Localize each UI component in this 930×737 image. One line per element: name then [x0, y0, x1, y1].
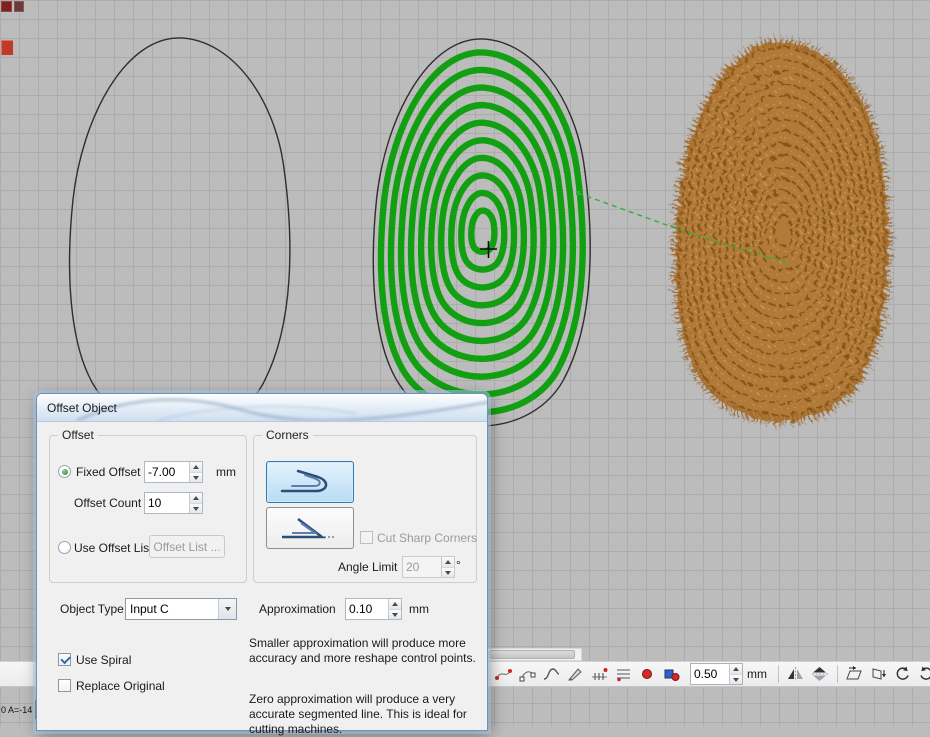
offset-object-dialog: Offset Object Offset Fixed Offset mm Off…	[36, 393, 488, 731]
exit-point-icon	[663, 666, 680, 682]
knife-icon	[567, 666, 584, 682]
dropdown-arrow-icon[interactable]	[218, 599, 236, 619]
offset-count-input[interactable]	[145, 493, 189, 513]
dialog-titlebar[interactable]: Offset Object	[37, 394, 487, 422]
approximation-spinner	[345, 598, 402, 620]
curve-tool-button[interactable]	[540, 663, 562, 685]
stitched-shape[interactable]	[676, 42, 888, 421]
use-spiral-checkbox[interactable]	[58, 653, 71, 666]
stitch-edit-icon	[495, 666, 512, 682]
fixed-offset-spinner	[144, 461, 203, 483]
stitch-length-up-button[interactable]	[729, 664, 742, 674]
object-type-value: Input C	[126, 602, 218, 616]
object-type-dropdown[interactable]: Input C	[125, 598, 237, 620]
mirror-vertical-button[interactable]	[808, 663, 830, 685]
corners-group-label: Corners	[262, 428, 313, 442]
density-button[interactable]	[612, 663, 634, 685]
offset-count-down-button[interactable]	[189, 503, 202, 513]
mirror-horizontal-icon	[786, 666, 805, 682]
replace-original-label[interactable]: Replace Original	[76, 679, 165, 693]
offset-count-label: Offset Count	[74, 496, 141, 510]
outline-shape[interactable]	[70, 38, 290, 431]
offset-preview-shape[interactable]	[373, 39, 590, 426]
rotate-left-button[interactable]	[891, 663, 913, 685]
docked-tool-icon[interactable]	[1, 1, 12, 12]
use-offset-list-radio[interactable]	[58, 541, 71, 554]
fixed-offset-down-button[interactable]	[189, 472, 202, 482]
toolbar-separator	[778, 665, 779, 683]
zero-approximation-note: Zero approximation will produce a very a…	[249, 692, 481, 737]
fixed-offset-input[interactable]	[145, 462, 189, 482]
fixed-offset-unit: mm	[216, 465, 236, 479]
knife-button[interactable]	[564, 663, 586, 685]
cut-sharp-corners-label[interactable]: Cut Sharp Corners	[377, 531, 477, 545]
stitch-edit-button[interactable]	[492, 663, 514, 685]
angle-limit-unit: °	[456, 558, 461, 572]
corners-group: Corners Cut Sharp Corners Angle Limit	[253, 435, 477, 583]
mirror-horizontal-button[interactable]	[784, 663, 806, 685]
scrollbar-thumb[interactable]	[489, 650, 575, 659]
offset-count-up-button[interactable]	[189, 493, 202, 503]
approximation-note: Smaller approximation will produce more …	[249, 636, 481, 666]
skew-vertical-icon	[869, 666, 887, 682]
approximation-down-button[interactable]	[388, 609, 401, 619]
entry-point-icon	[639, 666, 656, 682]
sharp-corners-icon	[274, 513, 346, 543]
object-type-label: Object Type	[60, 602, 124, 616]
fixed-offset-radio[interactable]	[58, 465, 71, 478]
angle-limit-down-button[interactable]	[441, 567, 454, 577]
offset-count-spinner	[144, 492, 203, 514]
status-readout: 0 A=-14	[1, 705, 32, 715]
rounded-corners-icon	[274, 467, 346, 497]
offset-group: Offset Fixed Offset mm Offset Count Use …	[49, 435, 247, 583]
angle-limit-spinner	[402, 556, 455, 578]
offset-group-label: Offset	[58, 428, 98, 442]
fixed-offset-label[interactable]: Fixed Offset	[76, 465, 140, 479]
rounded-corners-button[interactable]	[266, 461, 354, 503]
stitch-length-down-button[interactable]	[729, 674, 742, 684]
curve-icon	[543, 666, 560, 682]
reshape-icon	[519, 666, 536, 682]
approximation-input[interactable]	[346, 599, 388, 619]
toolbar-separator	[837, 665, 838, 683]
angle-limit-label: Angle Limit	[338, 560, 397, 574]
skew-horizontal-button[interactable]	[843, 663, 865, 685]
docked-tool-icon[interactable]	[1, 40, 13, 55]
rotate-left-icon	[894, 666, 911, 682]
stitch-marks-icon	[591, 666, 608, 682]
fixed-offset-up-button[interactable]	[189, 462, 202, 472]
approximation-label: Approximation	[259, 602, 336, 616]
density-icon	[615, 666, 632, 682]
use-spiral-label[interactable]: Use Spiral	[76, 653, 131, 667]
rotate-right-button[interactable]	[915, 663, 930, 685]
sharp-corners-button[interactable]	[266, 507, 354, 549]
angle-limit-up-button[interactable]	[441, 557, 454, 567]
use-offset-list-label[interactable]: Use Offset List	[74, 541, 152, 555]
stitch-length-spinner	[690, 663, 743, 685]
angle-limit-input[interactable]	[403, 557, 441, 577]
stitch-marks-button[interactable]	[588, 663, 610, 685]
skew-horizontal-icon	[845, 666, 863, 682]
replace-original-checkbox[interactable]	[58, 679, 71, 692]
entry-point-button[interactable]	[636, 663, 658, 685]
dialog-title: Offset Object	[47, 401, 117, 415]
cut-sharp-corners-checkbox[interactable]	[360, 531, 373, 544]
offset-list-button[interactable]: Offset List ...	[149, 535, 225, 558]
exit-point-button[interactable]	[660, 663, 682, 685]
stitch-length-input[interactable]	[691, 664, 729, 684]
approximation-up-button[interactable]	[388, 599, 401, 609]
reshape-button[interactable]	[516, 663, 538, 685]
skew-vertical-button[interactable]	[867, 663, 889, 685]
rotate-right-icon	[918, 666, 930, 682]
approximation-unit: mm	[409, 602, 429, 616]
stitch-length-unit: mm	[747, 667, 767, 681]
horizontal-scrollbar[interactable]	[487, 648, 582, 661]
mirror-vertical-icon	[810, 666, 829, 682]
selection-handle[interactable]	[576, 191, 580, 195]
docked-tool-icon[interactable]	[14, 1, 24, 12]
